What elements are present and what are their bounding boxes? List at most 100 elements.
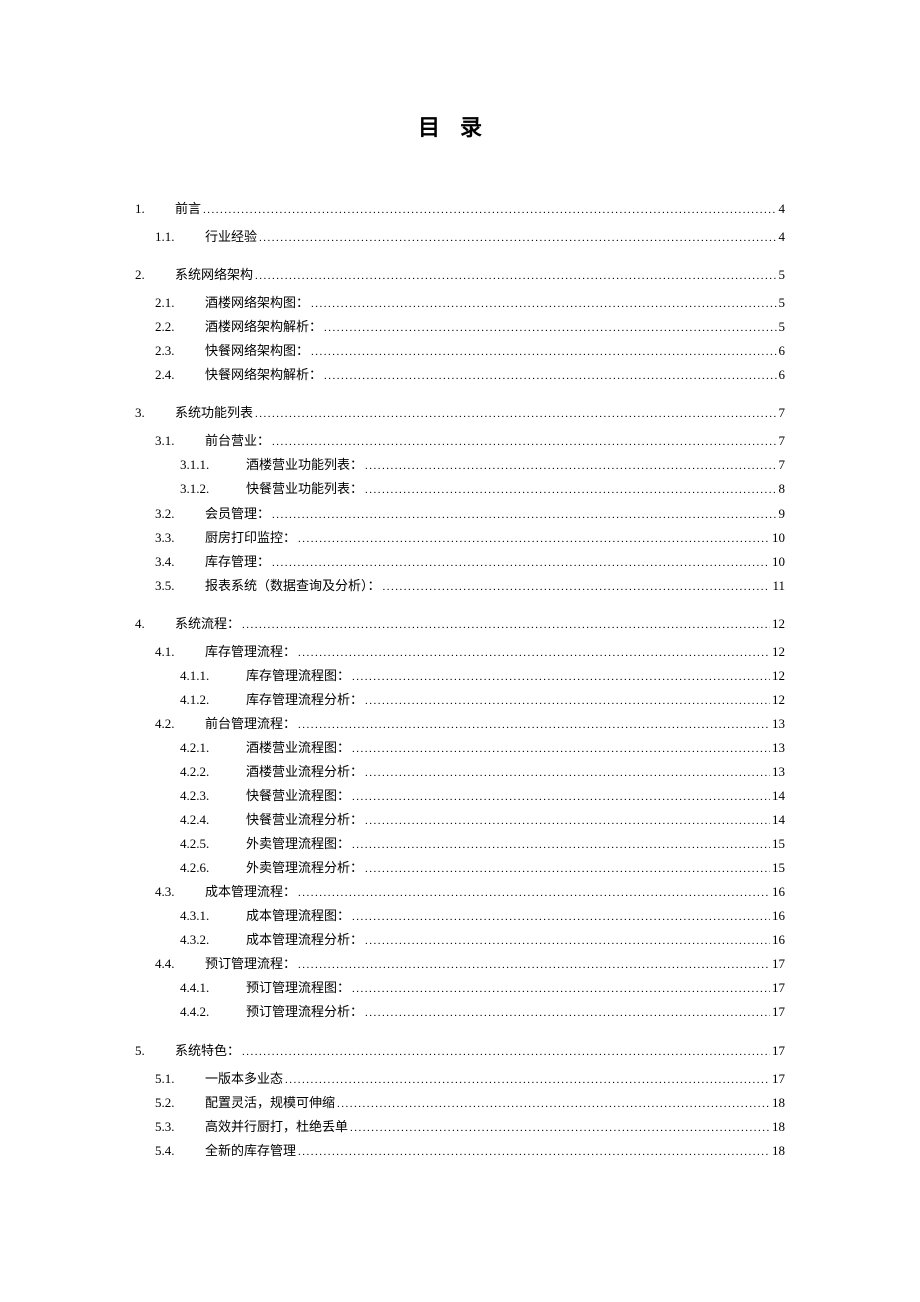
toc-entry-label: 3.1.2.快餐营业功能列表： [180, 477, 363, 501]
toc-entry[interactable]: 3.1.1.酒楼营业功能列表：7 [135, 453, 785, 477]
toc-entry-number: 4. [135, 612, 175, 636]
toc-dots [365, 480, 776, 500]
toc-entry[interactable]: 4.2.2.酒楼营业流程分析：13 [135, 760, 785, 784]
toc-entry-text: 预订管理流程分析： [246, 1004, 363, 1019]
toc-entry[interactable]: 2.1.酒楼网络架构图：5 [135, 291, 785, 315]
toc-dots [311, 342, 776, 362]
toc-entry[interactable]: 3.3.厨房打印监控：10 [135, 526, 785, 550]
toc-entry[interactable]: 5.2.配置灵活，规模可伸缩18 [135, 1091, 785, 1115]
toc-entry-label: 4.2.5.外卖管理流程图： [180, 832, 350, 856]
toc-entry[interactable]: 4.4.2.预订管理流程分析：17 [135, 1000, 785, 1024]
toc-entry-number: 3.4. [155, 550, 205, 574]
toc-entry[interactable]: 4.系统流程：12 [135, 612, 785, 636]
toc-entry[interactable]: 5.4.全新的库存管理18 [135, 1139, 785, 1163]
toc-entry[interactable]: 4.3.1.成本管理流程图： 16 [135, 904, 785, 928]
toc-page-number: 6 [779, 339, 786, 363]
toc-dots [352, 907, 770, 927]
toc-entry-label: 3.1.1.酒楼营业功能列表： [180, 453, 363, 477]
toc-page-number: 13 [772, 712, 785, 736]
toc-entry-text: 会员管理： [205, 506, 270, 521]
toc-entry[interactable]: 4.2.1.酒楼营业流程图： 13 [135, 736, 785, 760]
toc-entry[interactable]: 3.2.会员管理：9 [135, 502, 785, 526]
toc-dots [298, 883, 770, 903]
toc-entry-label: 4.2.4.快餐营业流程分析： [180, 808, 363, 832]
toc-entry[interactable]: 4.2.前台管理流程：13 [135, 712, 785, 736]
toc-entry[interactable]: 3.系统功能列表7 [135, 401, 785, 425]
toc-entry[interactable]: 5.1.一版本多业态17 [135, 1067, 785, 1091]
toc-entry-label: 4.2.1.酒楼营业流程图： [180, 736, 350, 760]
toc-entry-text: 成本管理流程分析： [246, 932, 363, 947]
toc-entry[interactable]: 2.系统网络架构5 [135, 263, 785, 287]
toc-entry-label: 2.系统网络架构 [135, 263, 253, 287]
toc-entry-number: 3.1.2. [180, 477, 246, 501]
toc-entry[interactable]: 4.2.5.外卖管理流程图：15 [135, 832, 785, 856]
toc-dots [350, 1118, 770, 1138]
toc-entry-text: 库存管理流程： [205, 644, 296, 659]
toc-entry-number: 2. [135, 263, 175, 287]
toc-entry-label: 1.1.行业经验 [155, 225, 257, 249]
toc-entry-number: 3.1. [155, 429, 205, 453]
toc-dots [272, 505, 776, 525]
toc-dots [272, 432, 776, 452]
toc-page-number: 5 [779, 315, 786, 339]
toc-entry-number: 4.2.1. [180, 736, 246, 760]
toc-entry[interactable]: 4.1.库存管理流程：12 [135, 640, 785, 664]
toc-entry[interactable]: 4.4.预订管理流程：17 [135, 952, 785, 976]
toc-page-number: 13 [772, 736, 785, 760]
toc-entry-number: 4.1. [155, 640, 205, 664]
toc-entry-label: 4.3.1.成本管理流程图： [180, 904, 350, 928]
toc-entry-text: 快餐营业流程图： [246, 788, 350, 803]
toc-entry-number: 4.1.2. [180, 688, 246, 712]
toc-entry-number: 5.1. [155, 1067, 205, 1091]
toc-entry[interactable]: 3.5.报表系统（数据查询及分析）：11 [135, 574, 785, 598]
toc-dots [337, 1094, 770, 1114]
toc-page-number: 12 [772, 688, 785, 712]
toc-entry-text: 系统网络架构 [175, 267, 253, 282]
toc-entry[interactable]: 3.1.2.快餐营业功能列表：8 [135, 477, 785, 501]
toc-entry[interactable]: 5.3.高效并行厨打，杜绝丢单18 [135, 1115, 785, 1139]
toc-entry[interactable]: 4.1.1.库存管理流程图：12 [135, 664, 785, 688]
toc-entry[interactable]: 1.1.行业经验4 [135, 225, 785, 249]
toc-page-number: 7 [779, 429, 786, 453]
toc-entry-label: 2.2.酒楼网络架构解析： [155, 315, 322, 339]
toc-entry-number: 4.2.6. [180, 856, 246, 880]
toc-entry-number: 4.3. [155, 880, 205, 904]
toc-entry[interactable]: 4.3.成本管理流程： 16 [135, 880, 785, 904]
toc-entry[interactable]: 4.1.2.库存管理流程分析：12 [135, 688, 785, 712]
toc-entry[interactable]: 5.系统特色：17 [135, 1039, 785, 1063]
toc-dots [352, 667, 770, 687]
toc-page-number: 18 [772, 1115, 785, 1139]
toc-entry[interactable]: 2.4.快餐网络架构解析：6 [135, 363, 785, 387]
toc-entry-number: 2.3. [155, 339, 205, 363]
toc-page-number: 16 [772, 904, 785, 928]
toc-entry-label: 5.4.全新的库存管理 [155, 1139, 296, 1163]
toc-entry-number: 4.4.2. [180, 1000, 246, 1024]
toc-page-number: 16 [772, 880, 785, 904]
toc-entry-text: 库存管理流程图： [246, 668, 350, 683]
toc-entry[interactable]: 1.前言4 [135, 197, 785, 221]
toc-entry[interactable]: 2.3.快餐网络架构图： 6 [135, 339, 785, 363]
toc-page-number: 18 [772, 1091, 785, 1115]
toc-entry-label: 2.4.快餐网络架构解析： [155, 363, 322, 387]
toc-entry-number: 3. [135, 401, 175, 425]
toc-entry[interactable]: 4.4.1.预订管理流程图：17 [135, 976, 785, 1000]
toc-entry[interactable]: 3.1.前台营业：7 [135, 429, 785, 453]
toc-entry-text: 快餐网络架构图： [205, 343, 309, 358]
toc-dots [255, 404, 776, 424]
toc-entry[interactable]: 4.2.3.快餐营业流程图：14 [135, 784, 785, 808]
toc-entry[interactable]: 4.2.4.快餐营业流程分析：14 [135, 808, 785, 832]
toc-entry-number: 3.2. [155, 502, 205, 526]
toc-entry-text: 成本管理流程： [205, 884, 296, 899]
toc-entry-text: 前言 [175, 201, 201, 216]
toc-entry[interactable]: 2.2.酒楼网络架构解析： 5 [135, 315, 785, 339]
toc-page-number: 14 [772, 784, 785, 808]
toc-entry[interactable]: 4.2.6.外卖管理流程分析：15 [135, 856, 785, 880]
toc-entry-label: 3.5.报表系统（数据查询及分析）： [155, 574, 381, 598]
toc-entry[interactable]: 4.3.2.成本管理流程分析：16 [135, 928, 785, 952]
toc-entry-text: 行业经验 [205, 229, 257, 244]
toc-entry-text: 外卖管理流程图： [246, 836, 350, 851]
toc-entry[interactable]: 3.4.库存管理：10 [135, 550, 785, 574]
toc-entry-number: 5.3. [155, 1115, 205, 1139]
toc-dots [242, 1042, 770, 1062]
toc-dots [365, 1003, 770, 1023]
